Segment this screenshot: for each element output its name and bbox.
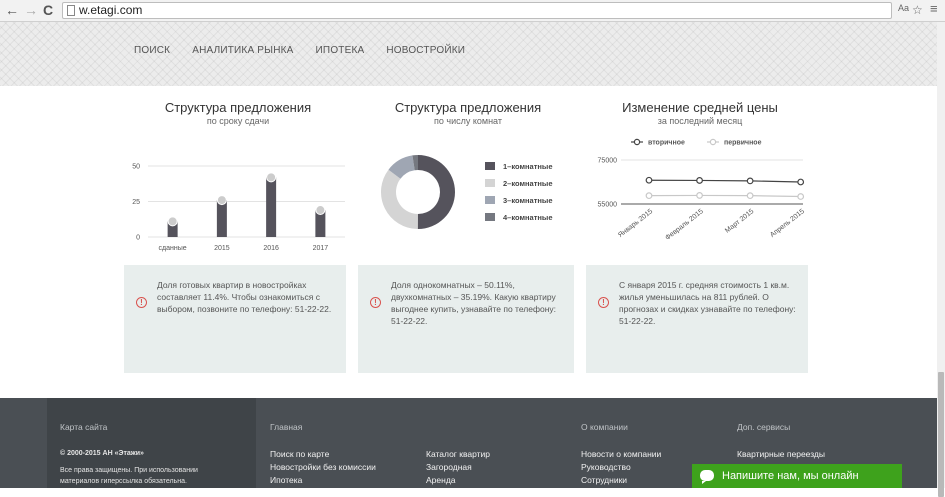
footer-link-catalog[interactable]: Каталог квартир: [426, 449, 490, 459]
info-box-terms: ! Доля готовых квартир в новостройках со…: [124, 265, 346, 373]
menu-item-new-buildings[interactable]: НОВОСТРОЙКИ: [386, 45, 465, 56]
bar: [216, 200, 227, 237]
footer-link-new-buildings[interactable]: Новостройки без комиссии: [270, 462, 376, 472]
info-text-terms: Доля готовых квартир в новостройках сост…: [157, 280, 332, 314]
legend-label-3: 3–комнатные: [503, 196, 553, 205]
footer-sitemap-link[interactable]: Карта сайта: [60, 422, 107, 432]
address-url: w.etagi.com: [79, 3, 143, 17]
footer-rights: Все права защищены. При использовании ма…: [60, 467, 198, 485]
info-icon: !: [136, 297, 147, 308]
line-point: [797, 193, 805, 200]
info-text-price: С января 2015 г. средняя стоимость 1 кв.…: [619, 280, 796, 326]
bar-category-label: 2015: [214, 245, 230, 252]
browser-toolbar: ← → C w.etagi.com Aa ☆ ≡: [0, 0, 945, 22]
line-x-tick-label: Февраль 2015: [664, 208, 705, 242]
browser-menu-icon[interactable]: ≡: [930, 1, 938, 16]
footer-link-mortgage[interactable]: Ипотека: [270, 475, 302, 485]
section-title-price: Изменение средней цены: [622, 100, 778, 115]
line-point: [696, 192, 703, 199]
chat-bubble-icon: [700, 470, 714, 484]
line-point: [746, 192, 754, 200]
footer-link-company-news[interactable]: Новости о компании: [581, 449, 661, 459]
line-point: [797, 178, 805, 186]
line-point: [746, 177, 754, 185]
bar-chart: 0 25 50 сданные 2015 2016 2017: [132, 164, 345, 252]
bar-value-dot: [266, 172, 277, 183]
page-icon: [67, 5, 75, 16]
main-menu: ПОИСК АНАЛИТИКА РЫНКА ИПОТЕКА НОВОСТРОЙК…: [134, 45, 465, 56]
footer-link-management[interactable]: Руководство: [581, 462, 631, 472]
line-x-tick-label: Январь 2015: [617, 208, 654, 239]
menu-item-mortgage[interactable]: ИПОТЕКА: [316, 45, 365, 56]
menu-item-analytics[interactable]: АНАЛИТИКА РЫНКА: [192, 45, 293, 56]
chat-label: Напишите нам, мы онлайн: [722, 470, 859, 482]
info-icon: !: [370, 297, 381, 308]
bar-y-tick-label: 25: [132, 199, 140, 206]
info-box-price: ! С января 2015 г. средняя стоимость 1 к…: [586, 265, 808, 373]
line-series: [648, 194, 801, 198]
translate-icon[interactable]: Aa: [898, 3, 909, 13]
price-line-chart: вторичное первичное 55000 75000 Январь 2015 Ф…: [598, 138, 806, 242]
footer-link-moving[interactable]: Квартирные переезды: [737, 449, 825, 459]
scrollbar-thumb[interactable]: [938, 372, 944, 497]
address-bar[interactable]: w.etagi.com: [62, 2, 892, 19]
legend-label-4: 4–комнатные: [503, 213, 553, 222]
bar-value-dot: [216, 195, 227, 206]
legend-swatch-2: [485, 179, 495, 187]
line-x-tick-label: Март 2015: [724, 208, 755, 235]
line-y-tick-label: 55000: [598, 202, 618, 209]
line-legend-marker: [709, 138, 717, 146]
bar-category-label: 2016: [263, 245, 279, 252]
footer-link-rent[interactable]: Аренда: [426, 475, 456, 485]
legend-swatch-3: [485, 196, 495, 204]
bar: [266, 177, 277, 237]
line-series: [648, 179, 801, 183]
footer-copyright: © 2000-2015 АН «Этажи»: [60, 450, 144, 457]
info-icon: !: [598, 297, 609, 308]
page-scrollbar[interactable]: [937, 22, 945, 497]
info-text-rooms: Доля однокомнатных – 50.11%, двухкомнатн…: [391, 280, 557, 326]
info-box-rooms: ! Доля однокомнатных – 50.11%, двухкомна…: [358, 265, 574, 373]
section-subtitle-terms: по сроку сдачи: [206, 116, 270, 126]
line-legend-marker: [633, 138, 641, 146]
bookmark-star-icon[interactable]: ☆: [912, 3, 923, 17]
pie-slice: [417, 155, 455, 229]
footer-link-country[interactable]: Загородная: [426, 462, 472, 472]
legend-swatch-4: [485, 213, 495, 221]
menu-item-search[interactable]: ПОИСК: [134, 45, 170, 56]
footer-col-main-title[interactable]: Главная: [270, 422, 302, 432]
back-icon[interactable]: ←: [5, 2, 19, 18]
section-title-terms: Структура предложения: [164, 100, 312, 115]
section-subtitle-rooms: по числу комнат: [434, 116, 502, 126]
bar-category-label: сданные: [159, 245, 187, 252]
reload-icon[interactable]: C: [43, 2, 53, 18]
bar-value-dot: [315, 205, 326, 216]
section-title-rooms: Структура предложения: [394, 100, 542, 115]
bar-y-tick-label: 50: [132, 164, 140, 171]
line-legend-label: вторичное: [648, 140, 685, 147]
pie-slice: [381, 169, 418, 229]
line-x-tick-label: Апрель 2015: [769, 208, 806, 239]
bar-value-dot: [167, 216, 178, 227]
footer-link-staff[interactable]: Сотрудники: [581, 475, 627, 485]
footer-col-company-title[interactable]: О компании: [581, 422, 628, 432]
line-point: [645, 192, 653, 200]
rooms-donut-chart: [381, 155, 455, 229]
line-y-tick-label: 75000: [598, 158, 618, 165]
legend-label-2: 2–комнатные: [503, 179, 553, 188]
line-point: [645, 176, 653, 184]
legend-swatch-1: [485, 162, 495, 170]
bar-y-tick-label: 0: [136, 235, 140, 242]
line-legend-label: первичное: [724, 140, 762, 147]
section-subtitle-price: за последний месяц: [657, 116, 743, 126]
forward-icon[interactable]: →: [24, 2, 38, 18]
footer-col-services-title[interactable]: Доп. сервисы: [737, 422, 790, 432]
line-point: [696, 177, 703, 184]
footer-link-map-search[interactable]: Поиск по карте: [270, 449, 329, 459]
legend-label-1: 1–комнатные: [503, 162, 553, 171]
bar-category-label: 2017: [313, 245, 329, 252]
online-chat-button[interactable]: Напишите нам, мы онлайн: [692, 464, 902, 488]
